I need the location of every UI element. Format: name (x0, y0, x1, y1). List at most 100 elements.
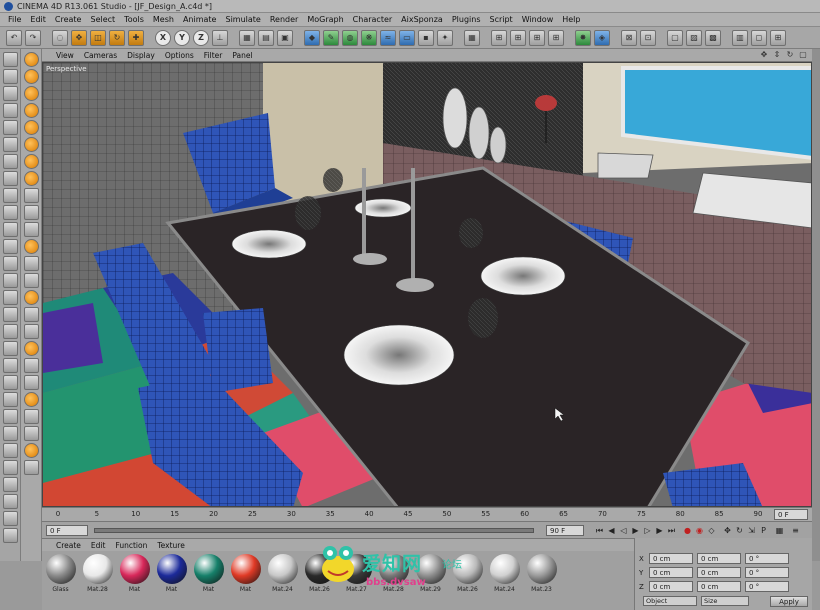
zoom-icon[interactable]: ⇕ (772, 50, 782, 60)
brush-icon[interactable] (2, 358, 18, 373)
solo-icon[interactable] (2, 222, 18, 237)
spline-pen-icon[interactable]: ✎ (323, 29, 339, 46)
size-mode-dropdown[interactable]: Size (701, 596, 749, 606)
material-swatch[interactable]: Mat.24 (266, 554, 299, 607)
texture-axis-icon[interactable] (2, 86, 18, 101)
menu-simulate[interactable]: Simulate (225, 15, 260, 24)
max-frame-field[interactable]: 90 F (546, 525, 584, 536)
sculpt-icon[interactable]: ◈ (594, 29, 610, 46)
points-icon[interactable] (2, 103, 18, 118)
material-menu-edit[interactable]: Edit (91, 541, 106, 550)
size-x-field[interactable]: 0 cm (697, 553, 741, 564)
material-menu-create[interactable]: Create (56, 541, 81, 550)
gray-tool-icon-6[interactable] (23, 307, 39, 322)
motion-icon[interactable]: ≡ (790, 525, 801, 536)
redo-icon[interactable]: ↷ (25, 29, 41, 46)
axis-mode-icon[interactable]: ⊡ (640, 29, 656, 46)
viewport-menu-view[interactable]: View (56, 51, 74, 60)
rotation-key-icon[interactable]: ↻ (734, 525, 745, 536)
gray-tool-icon-7[interactable] (23, 324, 39, 339)
viewport-menu-panel[interactable]: Panel (232, 51, 252, 60)
rotation-b-field[interactable]: 0 ° (745, 581, 789, 592)
render-view-icon[interactable]: ▦ (239, 29, 255, 46)
viewport-menu-filter[interactable]: Filter (204, 51, 223, 60)
menu-select[interactable]: Select (90, 15, 115, 24)
hammer-icon[interactable] (2, 443, 18, 458)
model-mode-icon[interactable] (2, 52, 18, 67)
material-swatch[interactable]: Mat (118, 554, 151, 607)
preview-range-slider[interactable] (94, 528, 534, 533)
menu-mesh[interactable]: Mesh (153, 15, 174, 24)
position-y-field[interactable]: 0 cm (649, 567, 693, 578)
position-z-field[interactable]: 0 cm (649, 581, 693, 592)
move-tool-icon[interactable]: ✥ (71, 29, 87, 46)
go-to-start-icon[interactable]: ⏮ (594, 525, 605, 536)
snap-icon[interactable] (2, 239, 18, 254)
perspective-viewport[interactable]: Perspective (42, 62, 812, 507)
gray-tool-icon-5[interactable] (23, 273, 39, 288)
orange-tool-icon-9[interactable] (23, 239, 39, 254)
orange-tool-icon-12[interactable] (23, 392, 39, 407)
material-swatch[interactable]: Mat (229, 554, 262, 607)
record-icon[interactable]: ● (682, 525, 693, 536)
object-axis-icon[interactable] (2, 69, 18, 84)
workplane-icon[interactable]: ⊠ (621, 29, 637, 46)
material-swatch[interactable]: Glass (44, 554, 77, 607)
timeline-ruler[interactable]: 0 5 10 15 20 25 30 35 40 45 50 55 60 65 70 75 80 85 90 0 F (42, 507, 812, 521)
coordinate-system-icon[interactable]: ⊥ (212, 29, 228, 46)
layout-grid-icon-4[interactable]: ⊞ (548, 29, 564, 46)
gray-tool-icon-8[interactable] (23, 358, 39, 373)
position-x-field[interactable]: 0 cm (649, 553, 693, 564)
deformer-icon[interactable]: ≈ (380, 29, 396, 46)
apply-button[interactable]: Apply (770, 596, 808, 607)
undo-icon[interactable]: ↶ (6, 29, 22, 46)
layout-grid-icon-3[interactable]: ⊞ (529, 29, 545, 46)
size-y-field[interactable]: 0 cm (697, 567, 741, 578)
sphere-tool-icon[interactable] (2, 460, 18, 475)
orange-tool-icon-10[interactable] (23, 290, 39, 305)
sculpt-brush-icon[interactable] (2, 307, 18, 322)
rotate-tool-icon[interactable]: ↻ (109, 29, 125, 46)
menu-file[interactable]: File (8, 15, 21, 24)
light-object-icon[interactable]: ✦ (437, 29, 453, 46)
gray-tool-icon-3[interactable] (23, 222, 39, 237)
bridge-icon[interactable] (2, 409, 18, 424)
menu-mograph[interactable]: MoGraph (307, 15, 343, 24)
orange-tool-icon-1[interactable] (23, 52, 39, 67)
object-mode-icon[interactable]: ▢ (667, 29, 683, 46)
timeline-end-frame[interactable]: 0 F (774, 509, 808, 520)
layout-grid-icon-1[interactable]: ⊞ (491, 29, 507, 46)
orange-tool-icon-5[interactable] (23, 120, 39, 135)
gray-tool-icon-2[interactable] (23, 205, 39, 220)
viewport-menu-options[interactable]: Options (165, 51, 194, 60)
prev-frame-icon[interactable]: ◁ (618, 525, 629, 536)
orbit-icon[interactable]: ↻ (785, 50, 795, 60)
menu-character[interactable]: Character (353, 15, 393, 24)
menu-tools[interactable]: Tools (124, 15, 144, 24)
floor-object-icon[interactable]: ▭ (399, 29, 415, 46)
gray-tool-icon-4[interactable] (23, 256, 39, 271)
next-frame-icon[interactable]: ▷ (642, 525, 653, 536)
orange-tool-icon-6[interactable] (23, 137, 39, 152)
orange-tool-icon-11[interactable] (23, 341, 39, 356)
material-menu-texture[interactable]: Texture (157, 541, 184, 550)
keyframe-selection-icon[interactable]: ◇ (706, 525, 717, 536)
menu-edit[interactable]: Edit (30, 15, 46, 24)
film-icon[interactable] (2, 477, 18, 492)
quantize-icon[interactable] (2, 273, 18, 288)
coordinate-mode-dropdown[interactable]: Object (643, 596, 697, 606)
texture-mode-icon[interactable]: ▨ (686, 29, 702, 46)
menu-create[interactable]: Create (55, 15, 82, 24)
scale-key-icon[interactable]: ⇲ (746, 525, 757, 536)
prev-key-icon[interactable]: ◀ (606, 525, 617, 536)
start-frame-field[interactable]: 0 F (46, 525, 88, 536)
go-to-end-icon[interactable]: ⏭ (666, 525, 677, 536)
workplane-lock-icon[interactable] (2, 256, 18, 271)
weld-icon[interactable] (2, 426, 18, 441)
play-forward-icon[interactable]: ▶ (630, 525, 641, 536)
play-icon[interactable] (2, 511, 18, 526)
extrude-icon[interactable] (2, 375, 18, 390)
render-picture-viewer-icon[interactable]: ▤ (258, 29, 274, 46)
hair-icon[interactable]: ✸ (575, 29, 591, 46)
autokey-icon[interactable]: ◉ (694, 525, 705, 536)
